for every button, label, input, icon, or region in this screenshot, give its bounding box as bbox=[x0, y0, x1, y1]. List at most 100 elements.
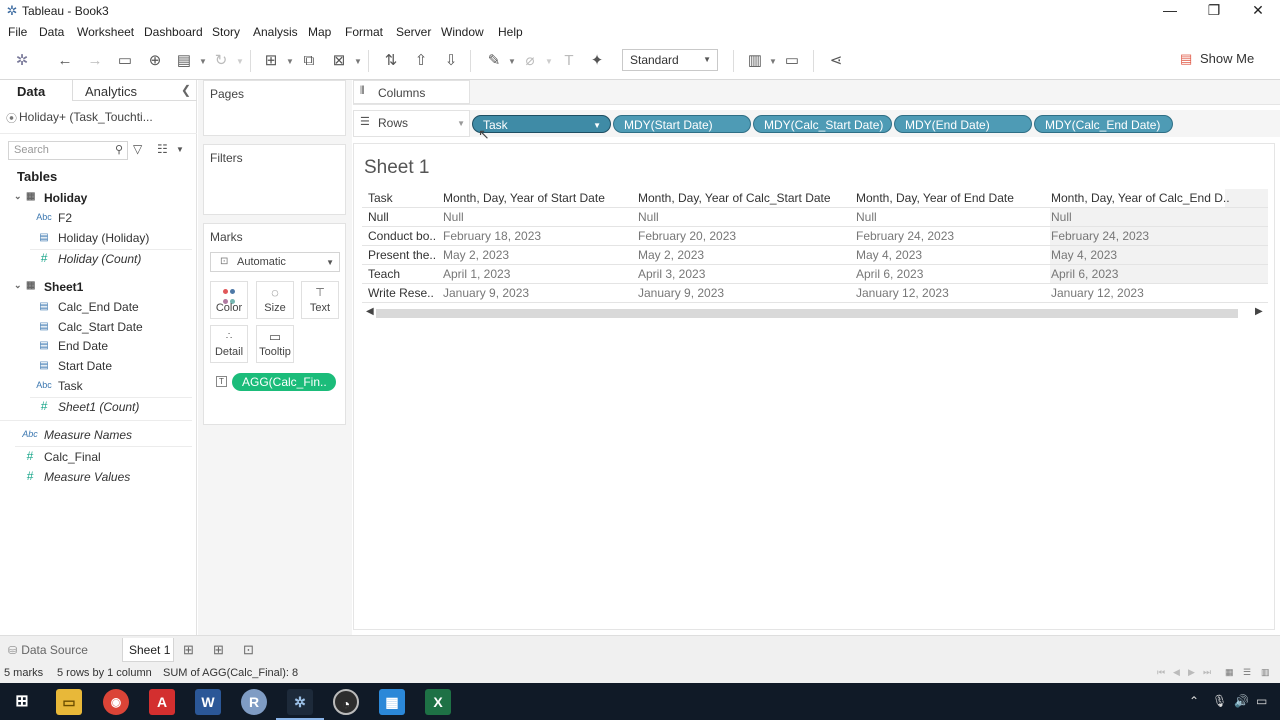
field-measure-names[interactable]: Abc Measure Names bbox=[22, 428, 132, 446]
cell[interactable]: April 6, 2023 bbox=[856, 267, 923, 281]
text-button[interactable]: ⊤ Text bbox=[301, 281, 339, 319]
collapse-pane-icon[interactable]: ❮ bbox=[181, 83, 191, 97]
column-header-calc-start-date[interactable]: Month, Day, Year of Calc_Start Date bbox=[638, 191, 831, 205]
show-cards-icon[interactable]: ▥ bbox=[744, 50, 766, 72]
cell[interactable]: May 4, 2023 bbox=[1051, 248, 1117, 262]
field-sheet1-count[interactable]: # Sheet1 (Count) bbox=[41, 399, 140, 418]
scroll-right-icon[interactable]: ▶ bbox=[1255, 306, 1263, 317]
pause-updates-icon[interactable]: ▤ bbox=[173, 50, 195, 72]
microphone-icon[interactable]: 🎙 bbox=[1212, 694, 1227, 708]
cell[interactable]: February 24, 2023 bbox=[856, 229, 954, 243]
highlight-icon[interactable]: ✎ bbox=[483, 50, 505, 72]
group-icon[interactable]: ⌀ bbox=[519, 50, 541, 72]
scroll-left-icon[interactable]: ◀ bbox=[366, 306, 374, 317]
close-button[interactable]: ✕ bbox=[1236, 0, 1280, 22]
sort-ascending-icon[interactable]: ⇧ bbox=[410, 50, 432, 72]
menu-map[interactable]: Map bbox=[308, 25, 331, 39]
pages-card[interactable]: Pages bbox=[203, 80, 346, 136]
tooltip-button[interactable]: ▭ Tooltip bbox=[256, 325, 294, 363]
table-holiday[interactable]: ⌄ ▦ Holiday bbox=[14, 191, 87, 205]
view-list-icon[interactable]: ☷ bbox=[157, 142, 168, 156]
share-icon[interactable]: ⋖ bbox=[825, 50, 847, 72]
refresh-icon[interactable]: ↻ bbox=[210, 50, 232, 72]
new-worksheet-icon[interactable]: ⊞ bbox=[260, 50, 282, 72]
cell[interactable]: May 2, 2023 bbox=[638, 248, 704, 262]
fit-dropdown[interactable]: Standard ▼ bbox=[622, 49, 718, 71]
tableau-logo-icon[interactable]: ✲ bbox=[11, 50, 33, 72]
labels-icon[interactable]: T bbox=[558, 50, 580, 72]
new-dashboard-icon[interactable]: ⊞ bbox=[213, 642, 224, 658]
row-header[interactable]: Null bbox=[368, 210, 389, 224]
cell[interactable]: January 12, 2023 bbox=[856, 286, 949, 300]
menu-window[interactable]: Window bbox=[441, 25, 484, 39]
field-end-date[interactable]: ▤ End Date bbox=[39, 339, 108, 357]
next-page-icon[interactable]: ▶ bbox=[1188, 667, 1195, 678]
cell[interactable]: May 2, 2023 bbox=[443, 248, 509, 262]
chrome-icon[interactable]: ◉ bbox=[103, 689, 129, 715]
field-measure-values[interactable]: # Measure Values bbox=[27, 469, 131, 488]
pin-icon[interactable]: ✦ bbox=[586, 50, 608, 72]
list-view-icon[interactable]: ☰ bbox=[1243, 667, 1251, 678]
scrollbar-thumb[interactable] bbox=[376, 309, 1238, 318]
undo-icon[interactable]: ← bbox=[54, 50, 76, 72]
excel-icon[interactable]: X bbox=[425, 689, 451, 715]
row-header[interactable]: Present the.. bbox=[368, 248, 436, 262]
clear-sheet-icon[interactable]: ⊠ bbox=[328, 50, 350, 72]
duplicate-icon[interactable]: ⧉ bbox=[298, 50, 320, 72]
detail-button[interactable]: ∴ Detail bbox=[210, 325, 248, 363]
row-pill-calc-end-date[interactable]: MDY(Calc_End Date) bbox=[1034, 115, 1173, 133]
table-sheet1[interactable]: ⌄ ▦ Sheet1 bbox=[14, 280, 83, 294]
cell[interactable]: February 24, 2023 bbox=[1051, 229, 1149, 243]
rows-shelf[interactable]: ☰ Rows ▼ Task ▼ MDY(Start Date) MDY(Calc… bbox=[353, 110, 1280, 142]
column-header-calc-end-date[interactable]: Month, Day, Year of Calc_End D.. bbox=[1051, 191, 1230, 205]
row-pill-task[interactable]: Task ▼ bbox=[472, 115, 611, 133]
field-holiday-holiday[interactable]: ▤ Holiday (Holiday) bbox=[39, 231, 149, 249]
column-header-end-date[interactable]: Month, Day, Year of End Date bbox=[856, 191, 1014, 205]
size-button[interactable]: ◌ Size bbox=[256, 281, 294, 319]
cell[interactable]: January 12, 2023 bbox=[1051, 286, 1144, 300]
minimize-button[interactable]: — bbox=[1148, 0, 1192, 22]
menu-server[interactable]: Server bbox=[396, 25, 431, 39]
menu-file[interactable]: File bbox=[8, 25, 27, 39]
cell[interactable]: January 9, 2023 bbox=[638, 286, 724, 300]
data-source-tab[interactable]: ⛁ Data Source bbox=[8, 643, 88, 657]
volume-icon[interactable]: 🔊 bbox=[1234, 694, 1249, 708]
cell[interactable]: February 18, 2023 bbox=[443, 229, 541, 243]
first-page-icon[interactable]: ⏮ bbox=[1157, 667, 1165, 678]
tab-data[interactable]: Data bbox=[17, 84, 45, 99]
table-row[interactable]: Present the.. May 2, 2023 May 2, 2023 Ma… bbox=[362, 246, 1268, 265]
last-page-icon[interactable]: ⏭ bbox=[1203, 667, 1211, 678]
column-header-start-date[interactable]: Month, Day, Year of Start Date bbox=[443, 191, 605, 205]
cell[interactable]: Null bbox=[856, 210, 877, 224]
show-me-button[interactable]: ▤ Show Me bbox=[1180, 51, 1254, 67]
cell[interactable]: Null bbox=[638, 210, 659, 224]
previous-page-icon[interactable]: ◀ bbox=[1173, 667, 1180, 678]
row-pill-end-date[interactable]: MDY(End Date) bbox=[894, 115, 1032, 133]
word-icon[interactable]: W bbox=[195, 689, 221, 715]
new-story-icon[interactable]: ⊡ bbox=[243, 642, 254, 658]
grid-view-icon[interactable]: ▦ bbox=[1225, 667, 1234, 678]
calc-final-pill[interactable]: AGG(Calc_Fin.. bbox=[232, 373, 336, 391]
field-task[interactable]: Abc Task bbox=[36, 379, 82, 397]
cell[interactable]: April 3, 2023 bbox=[638, 267, 705, 281]
field-calc-start-date[interactable]: ▤ Calc_Start Date bbox=[39, 320, 142, 338]
row-pill-calc-start-date[interactable]: MDY(Calc_Start Date) bbox=[753, 115, 892, 133]
new-worksheet-icon[interactable]: ⊞ bbox=[183, 642, 194, 658]
calendar-icon[interactable]: ▦ bbox=[379, 689, 405, 715]
cell[interactable]: January 9, 2023 bbox=[443, 286, 529, 300]
column-header-task[interactable]: Task bbox=[368, 191, 393, 205]
sort-descending-icon[interactable]: ⇩ bbox=[440, 50, 462, 72]
save-icon[interactable]: ▭ bbox=[114, 50, 136, 72]
search-input[interactable]: Search ⚲ bbox=[8, 141, 128, 160]
table-row[interactable]: Null Null Null Null Null bbox=[362, 208, 1268, 227]
swap-icon[interactable]: ⇅ bbox=[380, 50, 402, 72]
redo-icon[interactable]: → bbox=[84, 50, 106, 72]
chevron-down-icon[interactable]: ▼ bbox=[176, 145, 184, 154]
menu-worksheet[interactable]: Worksheet bbox=[77, 25, 134, 39]
presentation-icon[interactable]: ▭ bbox=[781, 50, 803, 72]
row-header[interactable]: Write Rese.. bbox=[368, 286, 434, 300]
table-row[interactable]: Conduct bo.. February 18, 2023 February … bbox=[362, 227, 1268, 246]
field-calc-final[interactable]: # Calc_Final bbox=[27, 449, 101, 468]
field-calc-end-date[interactable]: ▤ Calc_End Date bbox=[39, 300, 138, 318]
field-holiday-count[interactable]: # Holiday (Count) bbox=[41, 251, 142, 270]
